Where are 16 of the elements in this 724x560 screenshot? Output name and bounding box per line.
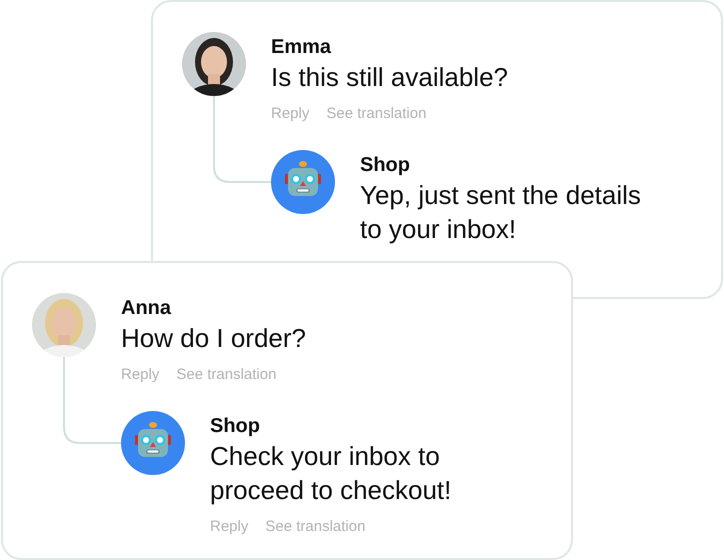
reply-link[interactable]: Reply [121, 365, 160, 385]
author-name: Emma [271, 35, 332, 60]
comment-text: Is this still available? [271, 61, 508, 94]
translation-link[interactable]: See translation [265, 517, 366, 537]
robot-avatar [121, 411, 185, 475]
translation-link[interactable]: See translation [326, 104, 426, 124]
reply-text: Yep, just sent the details to your inbox! [360, 179, 641, 246]
reply-link[interactable]: Reply [271, 104, 310, 124]
reply-link[interactable]: Reply [210, 517, 248, 537]
author-name: Shop [210, 414, 261, 439]
author-name: Shop [360, 153, 411, 178]
author-name: Anna [121, 296, 172, 321]
robot-avatar [271, 150, 335, 214]
comment-text: How do I order? [121, 322, 306, 355]
translation-link[interactable]: See translation [176, 365, 276, 385]
reply-text: Check your inbox to proceed to checkout! [210, 440, 452, 507]
